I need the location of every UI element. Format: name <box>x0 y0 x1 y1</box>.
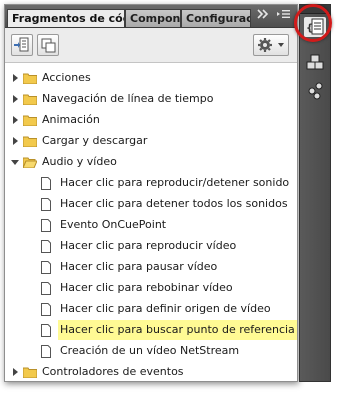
tree-snippet[interactable]: Hacer clic para definir origen de vídeo <box>41 299 273 319</box>
tree-snippet-highlighted[interactable]: Hacer clic para buscar punto de referenc… <box>41 320 297 340</box>
options-menu-button[interactable] <box>253 34 289 56</box>
document-icon <box>41 281 51 295</box>
annotation-circle <box>294 4 332 42</box>
panel-menu-icon[interactable] <box>275 8 293 26</box>
insert-snippet-button[interactable] <box>11 34 33 56</box>
document-icon <box>41 239 51 253</box>
tree-snippet[interactable]: Hacer clic para reproducir vídeo <box>41 236 238 256</box>
tree-item-label: Hacer clic para buscar punto de referenc… <box>58 320 297 340</box>
document-icon <box>41 218 51 232</box>
tree-snippet[interactable]: Hacer clic para detener todos los sonido… <box>41 194 290 214</box>
document-icon <box>41 176 51 190</box>
document-icon <box>41 323 51 337</box>
expand-arrow-icon[interactable] <box>11 116 19 124</box>
expand-arrow-icon[interactable] <box>11 74 19 82</box>
copy-snippet-button[interactable] <box>37 34 59 56</box>
tree-item-label: Navegación de línea de tiempo <box>42 92 214 105</box>
tree-folder-navegacion[interactable]: Navegación de línea de tiempo <box>11 89 215 109</box>
tree-item-label: Creación de un vídeo NetStream <box>60 344 240 357</box>
tree-folder-acciones[interactable]: Acciones <box>11 68 93 88</box>
tab-components[interactable]: Componen <box>125 9 181 27</box>
snippets-tree: Acciones Navegación de línea de tiempo A… <box>5 63 297 381</box>
panel-tab-bar: Fragmentos de código Componen Configurac <box>5 5 297 28</box>
folder-icon <box>23 136 37 147</box>
document-icon <box>41 197 51 211</box>
components-icon[interactable] <box>304 53 326 73</box>
tree-item-label: Hacer clic para reproducir/detener sonid… <box>60 176 290 189</box>
folder-icon <box>23 367 37 378</box>
panel-dock: { <box>299 4 331 382</box>
tree-item-label: Hacer clic para definir origen de vídeo <box>60 302 271 315</box>
copy-snippet-icon <box>41 38 56 53</box>
double-chevron-right-icon[interactable] <box>255 8 271 26</box>
tree-item-label: Hacer clic para rebobinar vídeo <box>60 281 233 294</box>
document-icon <box>41 302 51 316</box>
snippets-toolbar <box>5 28 297 63</box>
expand-arrow-icon[interactable] <box>11 137 19 145</box>
tab-code-snippets[interactable]: Fragmentos de código <box>7 9 125 27</box>
collapse-arrow-icon[interactable] <box>11 158 19 166</box>
open-folder-icon <box>23 157 37 168</box>
folder-icon <box>23 73 37 84</box>
tree-item-label: Animación <box>42 113 100 126</box>
folder-icon <box>23 94 37 105</box>
tree-item-label: Audio y vídeo <box>42 155 117 168</box>
gear-icon <box>258 38 284 52</box>
tree-snippet[interactable]: Hacer clic para pausar vídeo <box>41 257 219 277</box>
insert-snippet-icon <box>14 37 29 52</box>
tree-item-label: Acciones <box>42 71 91 84</box>
document-icon <box>41 344 51 358</box>
tree-item-label: Hacer clic para detener todos los sonido… <box>60 197 288 210</box>
tree-folder-animacion[interactable]: Animación <box>11 110 102 130</box>
document-icon <box>41 260 51 274</box>
tree-item-label: Evento OnCuePoint <box>60 218 167 231</box>
tree-snippet[interactable]: Hacer clic para reproducir/detener sonid… <box>41 173 291 193</box>
expand-arrow-icon[interactable] <box>11 95 19 103</box>
tree-snippet[interactable]: Hacer clic para rebobinar vídeo <box>41 278 235 298</box>
folder-icon <box>23 115 37 126</box>
tree-item-label: Hacer clic para pausar vídeo <box>60 260 218 273</box>
tree-item-label: Hacer clic para reproducir vídeo <box>60 239 237 252</box>
tree-item-label: Controladores de eventos <box>42 365 184 378</box>
expand-arrow-icon[interactable] <box>11 368 19 376</box>
tree-folder-controladores[interactable]: Controladores de eventos <box>11 362 186 381</box>
settings-icon[interactable] <box>304 81 326 101</box>
tree-item-label: Cargar y descargar <box>42 134 148 147</box>
code-snippets-panel: Fragmentos de código Componen Configurac <box>4 4 298 382</box>
tree-snippet[interactable]: Evento OnCuePoint <box>41 215 168 235</box>
tree-folder-audio-video[interactable]: Audio y vídeo <box>11 152 119 172</box>
tree-snippet[interactable]: Creación de un vídeo NetStream <box>41 341 241 361</box>
tree-folder-cargar[interactable]: Cargar y descargar <box>11 131 149 151</box>
tab-settings[interactable]: Configurac <box>181 9 251 27</box>
